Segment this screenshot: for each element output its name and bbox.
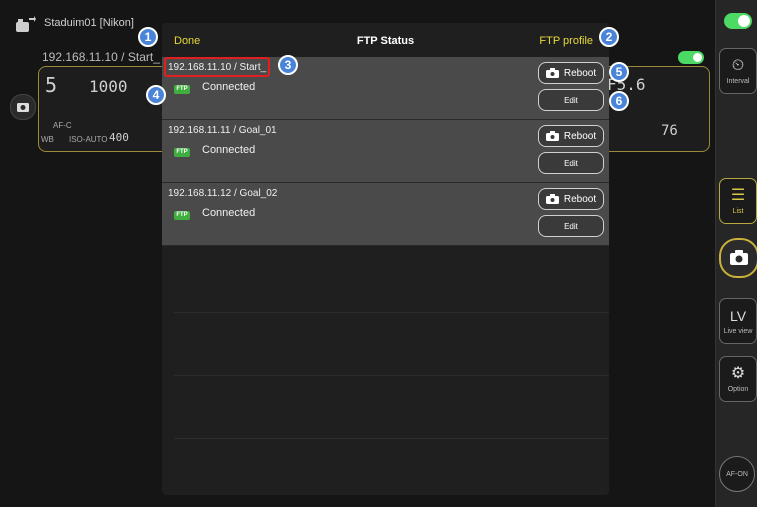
- shots-remaining: 76: [661, 123, 678, 139]
- white-balance: WB: [41, 135, 54, 144]
- option-label: Option: [727, 385, 749, 393]
- divider: [174, 312, 609, 313]
- camera-icon: [17, 103, 29, 112]
- list-label: List: [732, 207, 744, 215]
- af-mode: AF-C: [53, 121, 72, 130]
- edit-label: Edit: [564, 221, 578, 231]
- right-sidebar: ⏲ Interval ☰ List LV Live view ⚙ Option …: [715, 0, 757, 507]
- af-on-button[interactable]: AF-ON: [719, 456, 755, 492]
- gear-icon: ⚙: [730, 364, 746, 382]
- connection-status: Connected: [202, 81, 256, 93]
- callout-2: 2: [599, 27, 619, 47]
- reboot-button[interactable]: Reboot: [538, 125, 604, 147]
- reboot-button[interactable]: Reboot: [538, 62, 604, 84]
- camera-row: 192.168.11.11 / Goal_01 FTP Connected Re…: [162, 120, 609, 183]
- callout-6: 6: [609, 91, 629, 111]
- shutter-mode-digit: 5: [45, 73, 58, 97]
- iso-value: 400: [109, 131, 129, 144]
- ftp-status-modal: Done FTP Status FTP profile 192.168.11.1…: [162, 23, 609, 495]
- reboot-label: Reboot: [563, 67, 597, 79]
- edit-label: Edit: [564, 158, 578, 168]
- edit-button[interactable]: Edit: [538, 152, 604, 174]
- callout-5: 5: [609, 62, 629, 82]
- camera-row: 192.168.11.12 / Goal_02 FTP Connected Re…: [162, 183, 609, 246]
- divider: [174, 375, 609, 376]
- ftp-badge: FTP: [174, 211, 190, 220]
- interval-timer-icon: ⏲: [731, 56, 745, 74]
- ftp-badge: FTP: [174, 148, 190, 157]
- camera-name: Staduim01 [Nikon]: [44, 17, 134, 29]
- live-view-label: Live view: [723, 327, 753, 335]
- interval-button[interactable]: ⏲ Interval: [719, 48, 757, 94]
- reboot-button[interactable]: Reboot: [538, 188, 604, 210]
- shutter-button[interactable]: [719, 238, 757, 278]
- ftp-badge: FTP: [174, 85, 190, 94]
- camera-address-label: 192.168.11.10 / Start_: [42, 50, 160, 64]
- camera-icon: [545, 194, 559, 204]
- list-button[interactable]: ☰ List: [719, 178, 757, 224]
- ftp-profile-button[interactable]: FTP profile: [539, 35, 593, 47]
- interval-label: Interval: [726, 77, 750, 85]
- callout-3: 3: [278, 55, 298, 75]
- list-icon: ☰: [730, 186, 746, 204]
- edit-label: Edit: [564, 95, 578, 105]
- af-on-label: AF-ON: [726, 470, 748, 478]
- camera-transfer-icon: [16, 16, 36, 32]
- edit-button[interactable]: Edit: [538, 89, 604, 111]
- side-camera-button[interactable]: [10, 94, 36, 120]
- option-button[interactable]: ⚙ Option: [719, 356, 757, 402]
- camera-icon: [730, 250, 748, 265]
- reboot-label: Reboot: [563, 130, 597, 142]
- divider: [174, 438, 609, 439]
- modal-header: Done FTP Status FTP profile: [162, 23, 609, 57]
- camera-address: 192.168.11.12 / Goal_02: [168, 188, 278, 199]
- connection-status: Connected: [202, 207, 256, 219]
- address-highlight: [164, 57, 270, 77]
- camera-icon: [545, 68, 559, 78]
- connection-toggle[interactable]: [724, 13, 752, 29]
- camera-toggle[interactable]: [678, 51, 704, 64]
- callout-4: 4: [146, 85, 166, 105]
- camera-address: 192.168.11.11 / Goal_01: [168, 125, 277, 136]
- shutter-speed: 1000: [89, 77, 128, 96]
- live-view-button[interactable]: LV Live view: [719, 298, 757, 344]
- edit-button[interactable]: Edit: [538, 215, 604, 237]
- connection-status: Connected: [202, 144, 256, 156]
- callout-1: 1: [138, 27, 158, 47]
- iso-mode: ISO-AUTO: [69, 135, 108, 144]
- reboot-label: Reboot: [563, 193, 597, 205]
- lv-label: LV: [729, 307, 747, 324]
- camera-icon: [545, 131, 559, 141]
- camera-settings-panel: 5 1000 AF-C WB ISO-AUTO 400: [38, 66, 170, 152]
